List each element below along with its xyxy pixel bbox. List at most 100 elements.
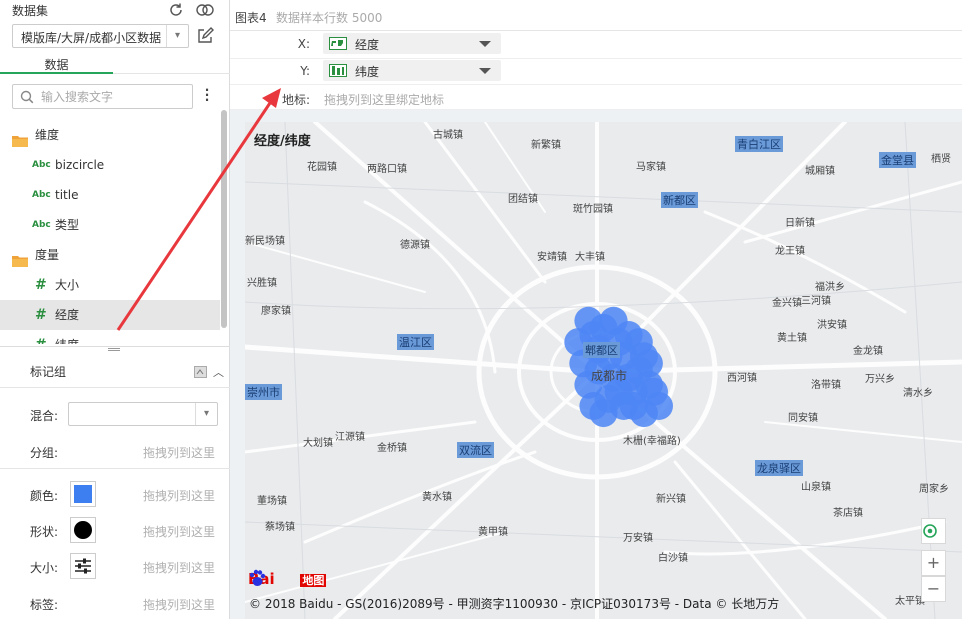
map-area: 古城镇 新繁镇 花园镇 两路口镇 团结镇 斑竹园镇 马家镇 德源镇 安靖镇 大丰镇 日新镇 龙王镇 福洪… — [230, 110, 962, 619]
tab-data[interactable]: 数据 — [0, 56, 113, 73]
size-row: 大小: 拖拽列到这里 — [0, 552, 230, 582]
place-label: 山泉镇 — [801, 482, 831, 493]
place-label: 金兴镇 — [772, 298, 802, 309]
field-item-title[interactable]: Abc title — [0, 180, 220, 210]
shape-label: 形状: — [30, 525, 59, 539]
mix-label: 混合: — [30, 409, 59, 423]
district-label: 新都区 — [661, 192, 698, 208]
place-label: 董场镇 — [257, 496, 287, 507]
marks-settings-icon[interactable] — [194, 366, 207, 378]
field-list: 维度 Abc bizcircle Abc title Abc 类型 度量 # 大… — [0, 120, 220, 344]
place-label: 安靖镇 — [537, 252, 567, 263]
tag-row: 标签: 拖拽列到这里 — [0, 589, 230, 619]
field-label: title — [55, 188, 79, 202]
shape-dropzone[interactable]: 拖拽列到这里 — [143, 523, 215, 540]
place-label: 洪安镇 — [817, 320, 847, 331]
mix-select[interactable]: ▾ — [68, 402, 218, 426]
dimension-group[interactable]: 维度 — [0, 120, 220, 150]
caret-down-icon[interactable] — [479, 41, 491, 47]
chevron-down-icon[interactable]: ▾ — [195, 403, 217, 425]
place-label: 蔡场镇 — [265, 522, 295, 533]
splitter-grip-icon[interactable] — [108, 348, 120, 351]
zoom-out-button[interactable]: − — [921, 576, 946, 602]
sample-count: 数据样本行数 5000 — [276, 11, 383, 25]
place-label: 龙王镇 — [775, 246, 805, 257]
size-dropzone[interactable]: 拖拽列到这里 — [143, 559, 215, 576]
size-label: 大小: — [30, 561, 59, 575]
place-label: 周家乡 — [919, 484, 949, 495]
tag-label: 标签: — [30, 598, 59, 612]
chart-name: 图表4 — [235, 11, 267, 25]
folder-icon — [12, 128, 28, 147]
zoom-in-button[interactable]: + — [921, 550, 946, 576]
group-label: 分组: — [30, 446, 59, 460]
color-dropzone[interactable]: 拖拽列到这里 — [143, 487, 215, 504]
field-item-longitude[interactable]: # 经度 — [0, 300, 220, 330]
chevron-down-icon[interactable]: ▾ — [166, 25, 188, 47]
geo-field-icon — [329, 64, 347, 77]
x-field-name: 经度 — [355, 38, 380, 52]
place-label: 两路口镇 — [367, 164, 407, 175]
dataset-select[interactable]: 模版库/大屏/成都小区数据 ▾ — [12, 24, 189, 48]
color-swatch[interactable] — [70, 481, 96, 507]
place-label: 三河镇 — [801, 296, 831, 307]
place-label: 成都市 — [591, 369, 628, 383]
shape-picker[interactable] — [70, 517, 96, 543]
place-label: 茶店镇 — [833, 508, 863, 519]
string-type-icon: Abc — [32, 220, 51, 230]
geo-row: 地标: 拖拽列到这里绑定地标 — [230, 85, 962, 112]
y-field-name: 纬度 — [355, 65, 380, 79]
folder-icon — [12, 248, 28, 267]
place-label: 江源镇 — [335, 432, 365, 443]
y-axis-label: Y: — [300, 64, 310, 78]
field-label: 经度 — [55, 308, 80, 322]
caret-down-icon[interactable] — [479, 68, 491, 74]
place-label: 廖家镇 — [261, 306, 291, 317]
field-list-scrollbar[interactable] — [221, 110, 227, 328]
shape-row: 形状: 拖拽列到这里 — [0, 516, 230, 546]
district-label: 金堂县 — [879, 152, 916, 168]
scatter-point[interactable] — [645, 392, 673, 420]
tab-active-indicator — [0, 72, 113, 74]
marks-title: 标记组 — [30, 365, 67, 379]
field-item-size[interactable]: # 大小 — [0, 270, 220, 300]
x-field-pill[interactable]: 经度 — [323, 33, 501, 54]
place-label: 清水乡 — [903, 388, 933, 399]
x-axis-row: X: 经度 — [230, 31, 962, 58]
y-field-pill[interactable]: 纬度 — [323, 60, 501, 81]
place-label: 金桥镇 — [377, 443, 407, 454]
scatter-point[interactable] — [589, 399, 618, 428]
map-canvas[interactable]: 古城镇 新繁镇 花园镇 两路口镇 团结镇 斑竹园镇 马家镇 德源镇 安靖镇 大丰镇 日新镇 龙王镇 福洪… — [245, 122, 962, 619]
chevron-up-icon[interactable]: ︿ — [213, 364, 224, 380]
place-label: 新兴镇 — [656, 494, 686, 505]
place-label: 黄土镇 — [777, 333, 807, 344]
district-label: 崇州市 — [245, 384, 282, 400]
string-type-icon: Abc — [32, 160, 51, 170]
marks-divider — [0, 387, 230, 388]
place-label: 栖贤 — [931, 154, 951, 165]
locate-button[interactable] — [921, 518, 946, 544]
geo-dropzone[interactable]: 拖拽列到这里绑定地标 — [324, 91, 444, 108]
place-label: 城厢镇 — [805, 166, 835, 177]
number-type-icon: # — [35, 330, 47, 344]
panel-splitter[interactable] — [0, 346, 230, 352]
field-label: 类型 — [55, 218, 80, 232]
field-item-bizcircle[interactable]: Abc bizcircle — [0, 150, 220, 180]
baidu-map-text: 地图 — [300, 574, 327, 587]
place-label: 福洪乡 — [815, 282, 845, 293]
group-dropzone[interactable]: 拖拽列到这里 — [143, 444, 215, 461]
edit-icon[interactable] — [196, 27, 214, 45]
link-dataset-icon[interactable] — [194, 1, 216, 19]
tag-dropzone[interactable]: 拖拽列到这里 — [143, 596, 215, 613]
field-item-type[interactable]: Abc 类型 — [0, 210, 220, 240]
measure-group[interactable]: 度量 — [0, 240, 220, 270]
more-menu-icon[interactable]: · · · — [203, 84, 211, 106]
size-picker[interactable] — [70, 553, 96, 579]
geo-field-icon — [329, 37, 347, 50]
field-item-latitude[interactable]: # 纬度 — [0, 330, 220, 344]
paw-icon — [249, 569, 297, 587]
circle-shape-icon — [74, 521, 92, 539]
place-label: 金龙镇 — [853, 346, 883, 357]
refresh-icon[interactable] — [167, 1, 185, 19]
search-input[interactable] — [41, 87, 189, 106]
